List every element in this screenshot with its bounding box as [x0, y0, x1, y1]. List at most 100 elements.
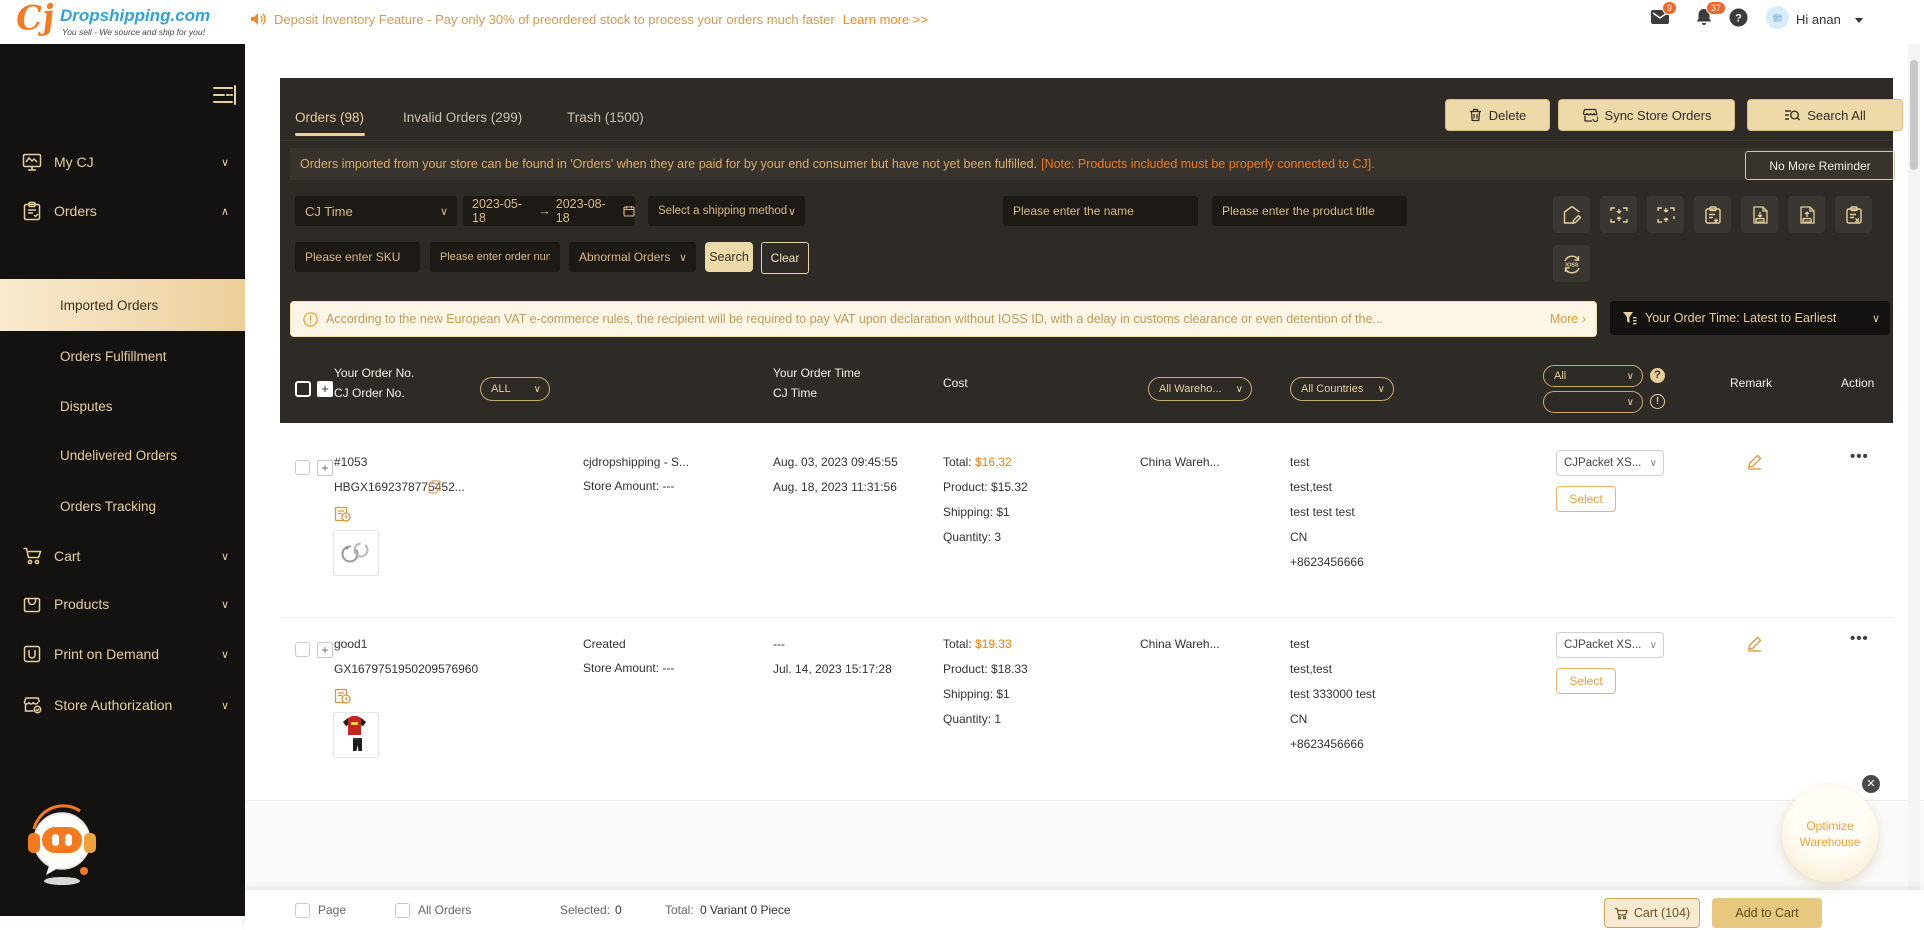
- sidebar-item-undelivered-orders[interactable]: Undelivered Orders: [0, 433, 245, 477]
- product-title-input[interactable]: [1212, 196, 1407, 226]
- create-order-icon[interactable]: [1694, 196, 1731, 233]
- optimize-warehouse-bubble[interactable]: Optimize Warehouse: [1782, 786, 1878, 882]
- ioss-sync-icon[interactable]: IOSS: [1553, 245, 1590, 282]
- column-your-order-no: Your Order No.: [334, 366, 415, 380]
- cost-product: Product: $18.33: [943, 662, 1028, 676]
- cart-button[interactable]: Cart (104): [1604, 898, 1700, 928]
- filter-warning-icon[interactable]: !: [1650, 394, 1665, 409]
- order-no: good1: [334, 637, 368, 651]
- warehouse-filter-select[interactable]: All Wareho... ∨: [1148, 377, 1252, 401]
- warehouse: China Wareh...: [1140, 637, 1220, 651]
- shipping-method-select[interactable]: Select a shipping method ∨: [648, 196, 805, 226]
- sidebar-item-imported-orders[interactable]: Imported Orders: [0, 279, 245, 331]
- sidebar-item-store-authorization[interactable]: Store Authorization ∨: [0, 685, 245, 725]
- remark-edit-icon[interactable]: [1745, 452, 1764, 471]
- secondary-filter-select[interactable]: ∨: [1543, 391, 1643, 413]
- collapse-all-icon[interactable]: [1647, 196, 1684, 233]
- batch-edit-address-icon[interactable]: [1553, 196, 1590, 233]
- tab-orders[interactable]: Orders (98): [295, 110, 364, 125]
- expand-row-button[interactable]: +: [317, 460, 333, 476]
- announcement-text: Deposit Inventory Feature - Pay only 30%…: [274, 11, 835, 27]
- logo-tagline: You sell - We source and ship for you!: [62, 27, 206, 37]
- calendar-icon: [623, 205, 635, 217]
- products-icon: [22, 594, 42, 614]
- sku-input[interactable]: [295, 242, 420, 272]
- row-checkbox[interactable]: [295, 642, 310, 657]
- close-icon[interactable]: ✕: [1862, 775, 1880, 793]
- svg-text:IOSS: IOSS: [1565, 262, 1578, 268]
- search-all-button[interactable]: Search All: [1747, 99, 1903, 131]
- help-icon[interactable]: ?: [1729, 8, 1748, 27]
- chevron-down-icon: ∨: [220, 550, 229, 563]
- abnormal-orders-select[interactable]: Abnormal Orders ∨: [569, 242, 696, 272]
- store-name: Created: [583, 637, 626, 651]
- select-all-checkbox[interactable]: [295, 381, 311, 397]
- countries-filter-select[interactable]: All Countries ∨: [1290, 377, 1394, 401]
- status-filter-value: All: [1554, 370, 1567, 382]
- scrollbar-thumb[interactable]: [1910, 60, 1918, 170]
- expand-all-icon[interactable]: [1600, 196, 1637, 233]
- row-actions-menu[interactable]: •••: [1850, 630, 1869, 647]
- export-excel-icon[interactable]: Excel: [1741, 196, 1778, 233]
- search-button[interactable]: Search: [705, 242, 753, 272]
- column-your-order-time: Your Order Time: [773, 366, 861, 380]
- cancel-orders-icon[interactable]: [1835, 196, 1872, 233]
- shipping-method-row-select[interactable]: CJPacket XS... ∨: [1556, 632, 1664, 658]
- user-greeting[interactable]: Hi anan: [1796, 12, 1841, 27]
- expand-row-button[interactable]: +: [317, 642, 333, 658]
- sidebar-item-orders-fulfillment[interactable]: Orders Fulfillment: [0, 334, 245, 378]
- scrollbar-track[interactable]: [1908, 44, 1920, 916]
- tab-trash[interactable]: Trash (1500): [567, 110, 644, 125]
- delete-button[interactable]: Delete: [1445, 99, 1550, 131]
- selected-label: Selected:: [560, 903, 611, 917]
- sidebar-item-products[interactable]: Products ∨: [0, 584, 245, 624]
- row-actions-menu[interactable]: •••: [1850, 448, 1869, 465]
- remark-edit-icon[interactable]: [1745, 634, 1764, 653]
- select-button-label: Select: [1569, 674, 1603, 688]
- tab-invalid-orders[interactable]: Invalid Orders (299): [403, 110, 522, 125]
- select-warehouse-button[interactable]: Select: [1556, 668, 1616, 694]
- sidebar-item-my-cj[interactable]: My CJ ∨: [0, 142, 245, 182]
- date-range-picker[interactable]: 2023-05-18 → 2023-08-18: [463, 196, 635, 226]
- support-chat-mascot[interactable]: [20, 795, 106, 887]
- sidebar-item-orders[interactable]: Orders ∧: [0, 191, 245, 231]
- svg-text:Excel: Excel: [1755, 219, 1764, 223]
- cj-order-no: HBGX1692378775452...: [334, 480, 465, 494]
- sidebar-item-orders-tracking[interactable]: Orders Tracking: [0, 484, 245, 528]
- name-input[interactable]: [1003, 196, 1198, 226]
- shipping-method-row-select[interactable]: CJPacket XS... ∨: [1556, 450, 1664, 476]
- sync-store-orders-button[interactable]: Sync Store Orders: [1558, 99, 1735, 131]
- no-more-reminder-button[interactable]: No More Reminder: [1745, 151, 1895, 180]
- row-checkbox[interactable]: [295, 460, 310, 475]
- store-name: cjdropshipping - S...: [583, 455, 690, 469]
- user-menu-caret-icon[interactable]: [1855, 18, 1863, 23]
- sidebar-item-disputes[interactable]: Disputes: [0, 384, 245, 428]
- select-warehouse-button[interactable]: Select: [1556, 486, 1616, 512]
- status-filter-select[interactable]: All ∨: [1543, 365, 1643, 387]
- chevron-down-icon: ∨: [1871, 312, 1880, 325]
- collapse-sidebar-icon[interactable]: [212, 84, 238, 106]
- your-order-time: Aug. 03, 2023 09:45:55: [773, 455, 898, 469]
- status-help-icon[interactable]: ?: [1650, 368, 1665, 383]
- avatar[interactable]: [1766, 6, 1789, 29]
- announcement-learn-more-link[interactable]: Learn more >>: [843, 12, 928, 27]
- order-history-icon[interactable]: [334, 687, 351, 704]
- copy-icon[interactable]: [428, 480, 441, 494]
- sidebar-item-cart[interactable]: Cart ∨: [0, 536, 245, 576]
- import-excel-icon[interactable]: Excel: [1788, 196, 1825, 233]
- order-time-sort-select[interactable]: Your Order Time: Latest to Earliest ∨: [1610, 301, 1890, 335]
- product-thumbnail[interactable]: [333, 712, 379, 758]
- sidebar-item-print-on-demand[interactable]: Print on Demand ∨: [0, 634, 245, 674]
- expand-all-rows-button[interactable]: +: [317, 381, 333, 397]
- content-bottom-spacer: [245, 800, 1924, 891]
- shipping-method-row-value: CJPacket XS...: [1564, 457, 1642, 469]
- time-type-select[interactable]: CJ Time ∨: [295, 196, 457, 226]
- add-to-cart-button[interactable]: Add to Cart: [1712, 898, 1822, 928]
- clear-button[interactable]: Clear: [761, 242, 809, 274]
- product-thumbnail[interactable]: [333, 530, 379, 576]
- vat-more-link[interactable]: More ›: [1550, 312, 1586, 326]
- order-number-input[interactable]: [430, 242, 560, 272]
- store-filter-select[interactable]: ALL ∨: [480, 377, 550, 401]
- order-history-icon[interactable]: [334, 505, 351, 522]
- column-cj-order-no: CJ Order No.: [334, 386, 405, 400]
